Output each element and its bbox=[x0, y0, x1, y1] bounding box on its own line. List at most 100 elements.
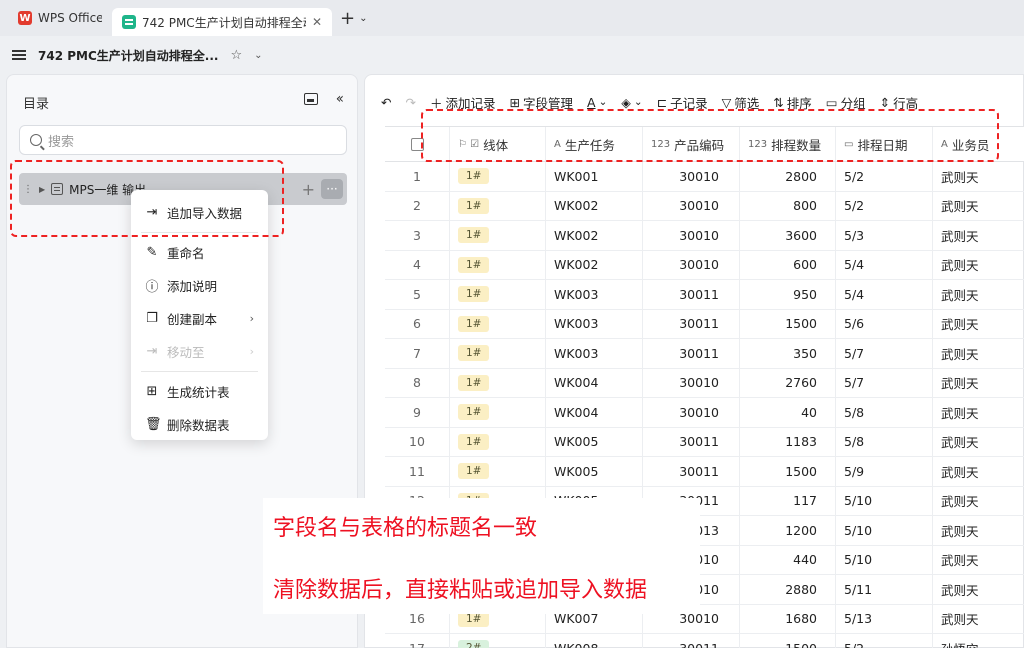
cell-sales[interactable]: 武则天 bbox=[933, 487, 1024, 516]
cell-date[interactable]: 5/11 bbox=[836, 575, 933, 604]
menu-item-duplicate[interactable]: ❐ 创建副本 › bbox=[131, 302, 268, 335]
table-row[interactable]: 1 1# WK001 30010 2800 5/2 武则天 bbox=[385, 162, 1024, 192]
cell-qty[interactable]: 600 bbox=[740, 250, 836, 279]
cell-date[interactable]: 5/4 bbox=[836, 280, 933, 309]
cell-sales[interactable]: 武则天 bbox=[933, 516, 1024, 545]
menu-item-delete-table[interactable]: 🗑 删除数据表 bbox=[131, 408, 268, 441]
cell-qty[interactable]: 1200 bbox=[740, 516, 836, 545]
cell-qty[interactable]: 2760 bbox=[740, 368, 836, 397]
cell-code[interactable]: 30010 bbox=[643, 398, 740, 427]
cell-qty[interactable]: 2880 bbox=[740, 575, 836, 604]
cell-date[interactable]: 5/9 bbox=[836, 457, 933, 486]
cell-code[interactable]: 30010 bbox=[643, 250, 740, 279]
cell-task[interactable]: WK005 bbox=[546, 457, 643, 486]
table-row[interactable]: 4 1# WK002 30010 600 5/4 武则天 bbox=[385, 250, 1024, 280]
cell-qty[interactable]: 40 bbox=[740, 398, 836, 427]
cell-sales[interactable]: 武则天 bbox=[933, 310, 1024, 339]
table-row[interactable]: 11 1# WK005 30011 1500 5/9 武则天 bbox=[385, 457, 1024, 487]
menu-item-rename[interactable]: ✎ 重命名 bbox=[131, 236, 268, 269]
table-row[interactable]: 5 1# WK003 30011 950 5/4 武则天 bbox=[385, 280, 1024, 310]
cell-task[interactable]: WK005 bbox=[546, 427, 643, 456]
cell-sales[interactable]: 武则天 bbox=[933, 339, 1024, 368]
menu-item-add-description[interactable]: ⓘ 添加说明 bbox=[131, 269, 268, 302]
cell-line[interactable]: 1# bbox=[450, 368, 546, 397]
cell-date[interactable]: 5/8 bbox=[836, 398, 933, 427]
cell-qty[interactable]: 1500 bbox=[740, 634, 836, 648]
cell-task[interactable]: WK002 bbox=[546, 250, 643, 279]
cell-code[interactable]: 30011 bbox=[643, 427, 740, 456]
cell-qty[interactable]: 1183 bbox=[740, 427, 836, 456]
cell-line[interactable]: 1# bbox=[450, 309, 546, 338]
cell-line[interactable]: 1# bbox=[450, 250, 546, 279]
tab-wps-office[interactable]: W WPS Office bbox=[8, 4, 112, 32]
table-row[interactable]: 8 1# WK004 30010 2760 5/7 武则天 bbox=[385, 368, 1024, 398]
cell-qty[interactable]: 800 bbox=[740, 191, 836, 220]
panel-toggle-icon[interactable] bbox=[303, 93, 318, 105]
cell-code[interactable]: 30011 bbox=[643, 280, 740, 309]
cell-date[interactable]: 5/13 bbox=[836, 604, 933, 633]
table-row[interactable]: 6 1# WK003 30011 1500 5/6 武则天 bbox=[385, 309, 1024, 339]
chevron-down-icon[interactable]: ⌄ bbox=[254, 50, 262, 61]
table-row[interactable]: 3 1# WK002 30010 3600 5/3 武则天 bbox=[385, 221, 1024, 251]
cell-code[interactable]: 30011 bbox=[643, 634, 740, 648]
cell-date[interactable]: 5/7 bbox=[836, 368, 933, 397]
star-icon[interactable]: ☆ bbox=[230, 48, 242, 63]
cell-sales[interactable]: 武则天 bbox=[933, 192, 1024, 221]
cell-sales[interactable]: 武则天 bbox=[933, 369, 1024, 398]
cell-code[interactable]: 30010 bbox=[643, 368, 740, 397]
cell-line[interactable]: 1# bbox=[450, 427, 546, 456]
tab-document[interactable]: 742 PMC生产计划自动排程全动态 ✕ bbox=[112, 8, 332, 36]
cell-sales[interactable]: 武则天 bbox=[933, 398, 1024, 427]
cell-line[interactable]: 1# bbox=[450, 221, 546, 250]
cell-task[interactable]: WK003 bbox=[546, 339, 643, 368]
cell-line[interactable]: 2# bbox=[450, 634, 546, 648]
cell-task[interactable]: WK001 bbox=[546, 162, 643, 191]
cell-task[interactable]: WK008 bbox=[546, 634, 643, 648]
cell-sales[interactable]: 武则天 bbox=[933, 280, 1024, 309]
table-row[interactable]: 17 2# WK008 30011 1500 5/2 孙悟空 bbox=[385, 634, 1024, 648]
cell-task[interactable]: WK003 bbox=[546, 309, 643, 338]
table-row[interactable]: 10 1# WK005 30011 1183 5/8 武则天 bbox=[385, 427, 1024, 457]
cell-date[interactable]: 5/7 bbox=[836, 339, 933, 368]
cell-line[interactable]: 1# bbox=[450, 162, 546, 191]
more-options-icon[interactable]: ··· bbox=[321, 179, 343, 199]
add-icon[interactable]: + bbox=[302, 180, 315, 199]
cell-task[interactable]: WK004 bbox=[546, 368, 643, 397]
cell-sales[interactable]: 武则天 bbox=[933, 221, 1024, 250]
text-color-button[interactable]: A ⌄ bbox=[587, 95, 607, 110]
cell-sales[interactable]: 武则天 bbox=[933, 575, 1024, 604]
cell-code[interactable]: 30011 bbox=[643, 339, 740, 368]
new-tab-button[interactable]: + ⌄ bbox=[340, 8, 367, 29]
fill-color-button[interactable]: ◈ ⌄ bbox=[621, 95, 642, 110]
cell-line[interactable]: 1# bbox=[450, 280, 546, 309]
redo-icon[interactable]: ↷ bbox=[405, 95, 415, 110]
cell-code[interactable]: 30011 bbox=[643, 309, 740, 338]
cell-qty[interactable]: 1500 bbox=[740, 457, 836, 486]
cell-code[interactable]: 30010 bbox=[643, 191, 740, 220]
cell-code[interactable]: 30011 bbox=[643, 457, 740, 486]
search-input[interactable]: 搜索 bbox=[19, 125, 347, 155]
cell-date[interactable]: 5/8 bbox=[836, 427, 933, 456]
cell-task[interactable]: WK002 bbox=[546, 221, 643, 250]
cell-task[interactable]: WK003 bbox=[546, 280, 643, 309]
menu-icon[interactable] bbox=[12, 50, 26, 60]
cell-qty[interactable]: 1500 bbox=[740, 309, 836, 338]
cell-date[interactable]: 5/6 bbox=[836, 309, 933, 338]
cell-task[interactable]: WK002 bbox=[546, 191, 643, 220]
table-row[interactable]: 7 1# WK003 30011 350 5/7 武则天 bbox=[385, 339, 1024, 369]
cell-line[interactable]: 1# bbox=[450, 457, 546, 486]
table-row[interactable]: 9 1# WK004 30010 40 5/8 武则天 bbox=[385, 398, 1024, 428]
cell-qty[interactable]: 117 bbox=[740, 486, 836, 515]
cell-qty[interactable]: 350 bbox=[740, 339, 836, 368]
menu-item-generate-stats[interactable]: ⊞ 生成统计表 bbox=[131, 375, 268, 408]
cell-line[interactable]: 1# bbox=[450, 339, 546, 368]
table-row[interactable]: 2 1# WK002 30010 800 5/2 武则天 bbox=[385, 191, 1024, 221]
cell-date[interactable]: 5/3 bbox=[836, 221, 933, 250]
cell-date[interactable]: 5/2 bbox=[836, 162, 933, 191]
cell-task[interactable]: WK004 bbox=[546, 398, 643, 427]
collapse-panel-icon[interactable]: ‹‹ bbox=[336, 91, 344, 107]
cell-sales[interactable]: 武则天 bbox=[933, 162, 1024, 191]
cell-qty[interactable]: 1680 bbox=[740, 604, 836, 633]
close-icon[interactable]: ✕ bbox=[312, 15, 322, 29]
cell-sales[interactable]: 孙悟空 bbox=[933, 634, 1024, 648]
